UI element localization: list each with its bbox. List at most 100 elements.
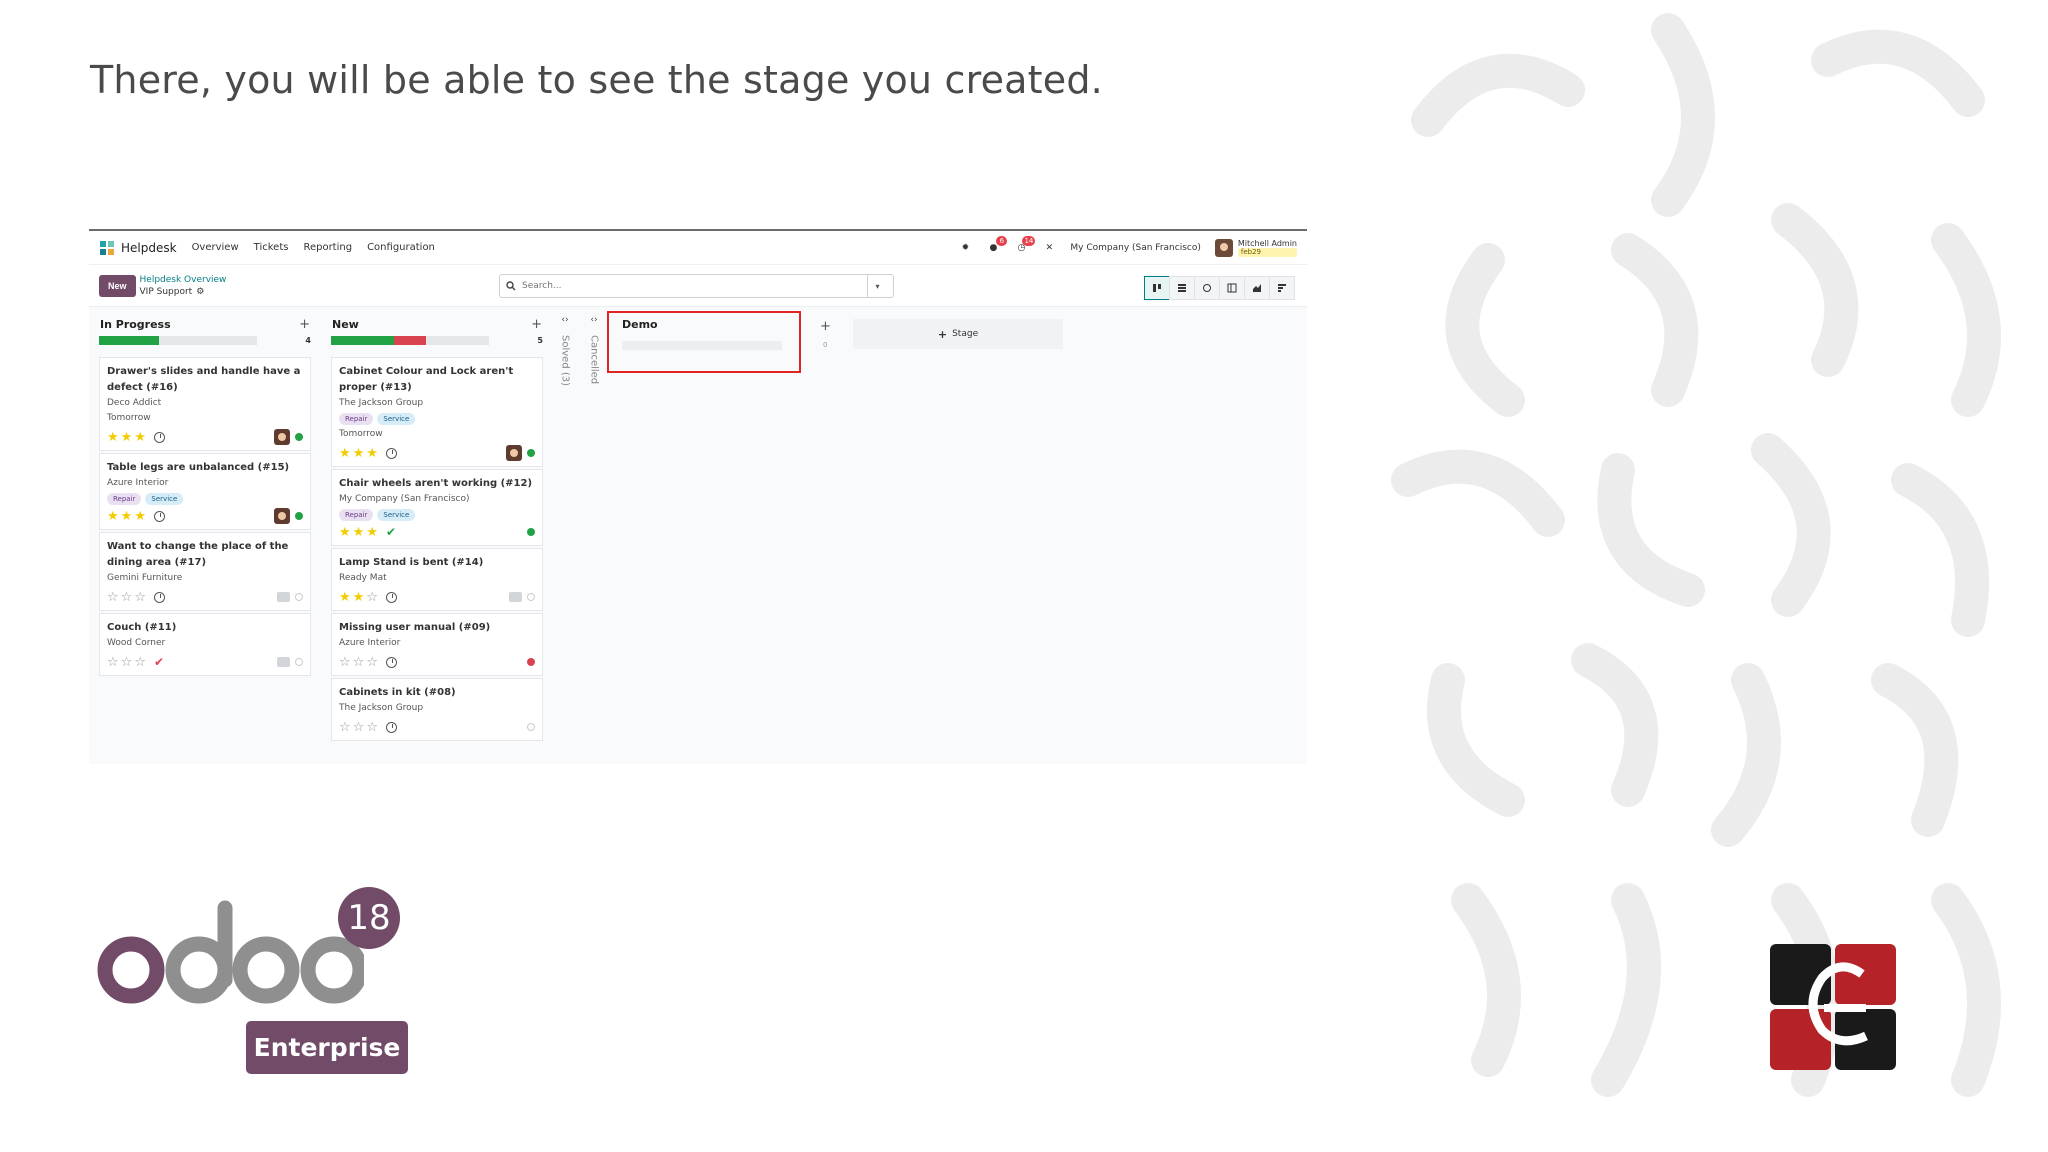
star-icon[interactable]: ★ xyxy=(339,526,351,539)
star-icon[interactable]: ☆ xyxy=(353,721,365,734)
camera-icon[interactable] xyxy=(277,657,290,667)
folded-column-cancelled[interactable]: ‹› Cancelled xyxy=(585,315,603,384)
company-switcher[interactable]: My Company (San Francisco) xyxy=(1070,243,1200,253)
camera-icon[interactable] xyxy=(277,592,290,602)
star-icon[interactable]: ☆ xyxy=(134,591,146,604)
quick-add-icon[interactable]: + xyxy=(820,319,831,334)
star-icon[interactable]: ★ xyxy=(107,510,119,523)
star-icon[interactable]: ☆ xyxy=(339,656,351,669)
chat-icon[interactable]: ● 6 xyxy=(986,235,1008,255)
quick-add-icon[interactable]: + xyxy=(531,317,542,332)
graph-view-icon[interactable] xyxy=(1244,276,1270,300)
column-title[interactable]: Demo xyxy=(622,318,658,331)
ticket-card[interactable]: Cabinets in kit (#08) The Jackson Group ☆ ☆… xyxy=(331,678,543,741)
breadcrumb-parent[interactable]: Helpdesk Overview xyxy=(140,274,227,286)
list-view-icon[interactable] xyxy=(1169,276,1195,300)
star-icon[interactable]: ★ xyxy=(353,447,365,460)
column-title[interactable]: In Progress xyxy=(100,318,171,331)
bug-icon[interactable]: ✹ xyxy=(958,241,972,255)
add-stage-button[interactable]: + Stage xyxy=(853,319,1063,349)
kanban-state-dot[interactable] xyxy=(527,658,535,666)
column-progress-bar[interactable] xyxy=(331,336,489,345)
search-dropdown-toggle[interactable]: ▾ xyxy=(867,275,887,297)
priority-stars[interactable]: ★ ★ ★ xyxy=(107,431,165,444)
activity-clock-icon[interactable] xyxy=(385,591,397,603)
priority-stars[interactable]: ★ ★ ★ xyxy=(339,447,397,460)
user-menu[interactable]: Mitchell Admin feb29 xyxy=(1214,238,1297,257)
assignee-avatar[interactable] xyxy=(274,429,290,445)
star-icon[interactable]: ★ xyxy=(107,431,119,444)
ticket-card[interactable]: Chair wheels aren't working (#12) My Comp… xyxy=(331,469,543,546)
priority-stars[interactable]: ★ ★ ★ ✔ xyxy=(339,525,396,539)
star-icon[interactable]: ☆ xyxy=(121,656,133,669)
ticket-card[interactable]: Lamp Stand is bent (#14) Ready Mat ★ ★ ☆ xyxy=(331,548,543,611)
priority-stars[interactable]: ☆ ☆ ☆ xyxy=(339,721,397,734)
menu-tickets[interactable]: Tickets xyxy=(254,242,289,253)
activity-clock-icon[interactable] xyxy=(385,447,397,459)
kanban-state-dot[interactable] xyxy=(295,593,303,601)
ticket-card[interactable]: Want to change the place of the dining a… xyxy=(99,532,311,611)
star-icon[interactable]: ☆ xyxy=(353,656,365,669)
star-icon[interactable]: ★ xyxy=(353,591,365,604)
star-icon[interactable]: ☆ xyxy=(107,656,119,669)
column-progress-bar[interactable] xyxy=(99,336,257,345)
priority-stars[interactable]: ☆ ☆ ☆ xyxy=(107,591,165,604)
priority-stars[interactable]: ★ ★ ★ xyxy=(107,510,165,523)
star-icon[interactable]: ★ xyxy=(121,510,133,523)
progress-segment[interactable] xyxy=(394,336,426,345)
column-title[interactable]: New xyxy=(332,318,359,331)
ticket-card[interactable]: Drawer's slides and handle have a defect… xyxy=(99,357,311,451)
kanban-state-dot[interactable] xyxy=(295,433,303,441)
priority-stars[interactable]: ☆ ☆ ☆ xyxy=(339,656,397,669)
star-icon[interactable]: ☆ xyxy=(107,591,119,604)
star-icon[interactable]: ☆ xyxy=(134,656,146,669)
kanban-view-icon[interactable] xyxy=(1144,276,1170,300)
ticket-card[interactable]: Missing user manual (#09) Azure Interior ☆… xyxy=(331,613,543,676)
gear-icon[interactable]: ⚙ xyxy=(196,286,204,298)
kanban-state-dot[interactable] xyxy=(527,723,535,731)
app-brand[interactable]: Helpdesk xyxy=(99,240,177,256)
activity-clock-icon[interactable] xyxy=(385,656,397,668)
star-icon[interactable]: ★ xyxy=(121,431,133,444)
star-icon[interactable]: ☆ xyxy=(121,591,133,604)
new-button[interactable]: New xyxy=(99,274,136,297)
tools-icon[interactable]: ✕ xyxy=(1042,241,1056,255)
menu-reporting[interactable]: Reporting xyxy=(303,242,352,253)
quick-add-icon[interactable]: + xyxy=(299,317,310,332)
star-icon[interactable]: ☆ xyxy=(366,591,378,604)
activity-view-icon[interactable] xyxy=(1194,276,1220,300)
priority-stars[interactable]: ☆ ☆ ☆ ✔ xyxy=(107,655,164,669)
cohort-view-icon[interactable] xyxy=(1269,276,1295,300)
activity-clock-icon[interactable] xyxy=(385,721,397,733)
star-icon[interactable]: ★ xyxy=(366,447,378,460)
ticket-card[interactable]: Cabinet Colour and Lock aren't proper (#… xyxy=(331,357,543,467)
kanban-state-dot[interactable] xyxy=(527,449,535,457)
star-icon[interactable]: ★ xyxy=(339,591,351,604)
activity-clock-icon[interactable]: ◷ 14 xyxy=(1014,235,1036,255)
assignee-avatar[interactable] xyxy=(506,445,522,461)
progress-segment[interactable] xyxy=(331,336,395,345)
search-input[interactable] xyxy=(522,281,867,291)
star-icon[interactable]: ★ xyxy=(134,431,146,444)
activity-clock-icon[interactable] xyxy=(153,431,165,443)
kanban-state-dot[interactable] xyxy=(527,528,535,536)
star-icon[interactable]: ☆ xyxy=(339,721,351,734)
ticket-card[interactable]: Table legs are unbalanced (#15) Azure Int… xyxy=(99,453,311,530)
star-icon[interactable]: ☆ xyxy=(366,721,378,734)
kanban-state-dot[interactable] xyxy=(527,593,535,601)
check-icon[interactable]: ✔ xyxy=(386,525,396,539)
star-icon[interactable]: ☆ xyxy=(366,656,378,669)
star-icon[interactable]: ★ xyxy=(339,447,351,460)
progress-segment[interactable] xyxy=(99,336,160,345)
star-icon[interactable]: ★ xyxy=(134,510,146,523)
folded-column-solved[interactable]: ‹› Solved (3) xyxy=(556,315,574,386)
menu-configuration[interactable]: Configuration xyxy=(367,242,435,253)
star-icon[interactable]: ★ xyxy=(366,526,378,539)
activity-clock-icon[interactable] xyxy=(153,510,165,522)
pivot-view-icon[interactable] xyxy=(1219,276,1245,300)
activity-clock-icon[interactable] xyxy=(153,591,165,603)
camera-icon[interactable] xyxy=(509,592,522,602)
menu-overview[interactable]: Overview xyxy=(192,242,239,253)
star-icon[interactable]: ★ xyxy=(353,526,365,539)
ticket-card[interactable]: Couch (#11) Wood Corner ☆ ☆ ☆ ✔ xyxy=(99,613,311,676)
